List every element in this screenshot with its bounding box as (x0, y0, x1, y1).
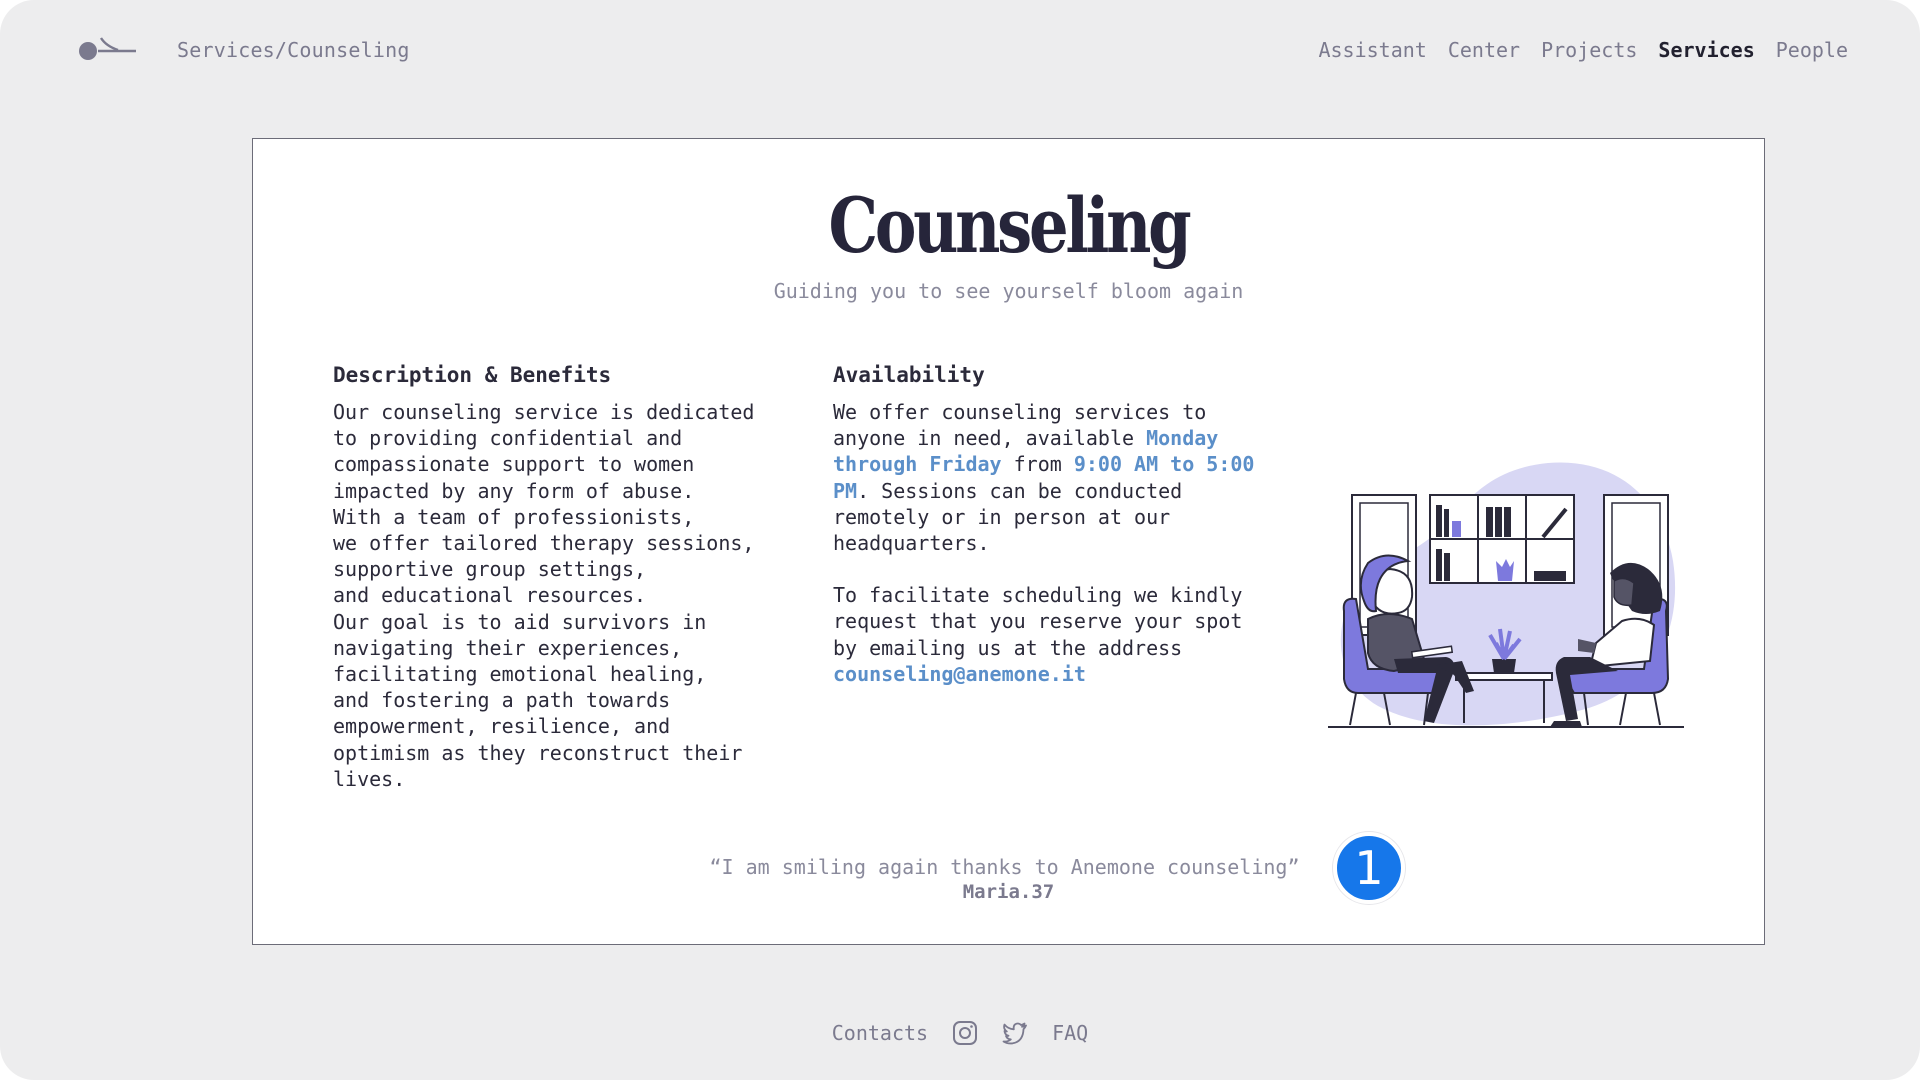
availability-text: We offer counseling services to anyone i… (833, 399, 1293, 556)
email-link[interactable]: counseling@anemone.it (833, 662, 1086, 686)
footer-contacts-link[interactable]: Contacts (832, 1021, 928, 1045)
twitter-icon[interactable] (1002, 1020, 1028, 1046)
counseling-card: Counseling Guiding you to see yourself b… (252, 138, 1765, 945)
testimonial-quote: “I am smiling again thanks to Anemone co… (709, 855, 1300, 879)
availability-from: from (1001, 452, 1074, 477)
main-nav: Assistant Center Projects Services Peopl… (1318, 38, 1848, 62)
description-body: Our counseling service is dedicated to p… (333, 400, 755, 791)
counseling-illustration (1328, 462, 1684, 728)
footer: Contacts FAQ (0, 1020, 1920, 1046)
app-window: Services/Counseling Assistant Center Pro… (0, 0, 1920, 1080)
page-subtitle: Guiding you to see yourself bloom again (773, 279, 1244, 303)
scheduling-request: To facilitate scheduling we kindly reque… (833, 583, 1243, 660)
nav-item-people[interactable]: People (1776, 38, 1848, 62)
nav-item-services[interactable]: Services (1658, 38, 1754, 62)
description-section: Description & Benefits Our counseling se… (333, 363, 803, 792)
scheduling-text: To facilitate scheduling we kindly reque… (833, 582, 1293, 687)
availability-sessions: . Sessions can be conducted remotely or … (833, 478, 1183, 556)
breadcrumb: Services/Counseling (177, 38, 410, 62)
description-heading: Description & Benefits (333, 363, 612, 387)
testimonial-author: Maria.37 (962, 881, 1055, 903)
availability-heading: Availability (833, 363, 985, 387)
availability-section: Availability We offer counseling service… (833, 363, 1293, 687)
nav-item-center[interactable]: Center (1448, 38, 1520, 62)
footer-faq-link[interactable]: FAQ (1052, 1021, 1088, 1045)
step-marker-badge: 1 (1333, 832, 1405, 904)
nav-item-projects[interactable]: Projects (1541, 38, 1637, 62)
instagram-icon[interactable] (952, 1020, 978, 1046)
anemone-logo-icon[interactable] (78, 36, 140, 66)
nav-item-assistant[interactable]: Assistant (1318, 38, 1426, 62)
page-title: Counseling (828, 181, 1192, 270)
